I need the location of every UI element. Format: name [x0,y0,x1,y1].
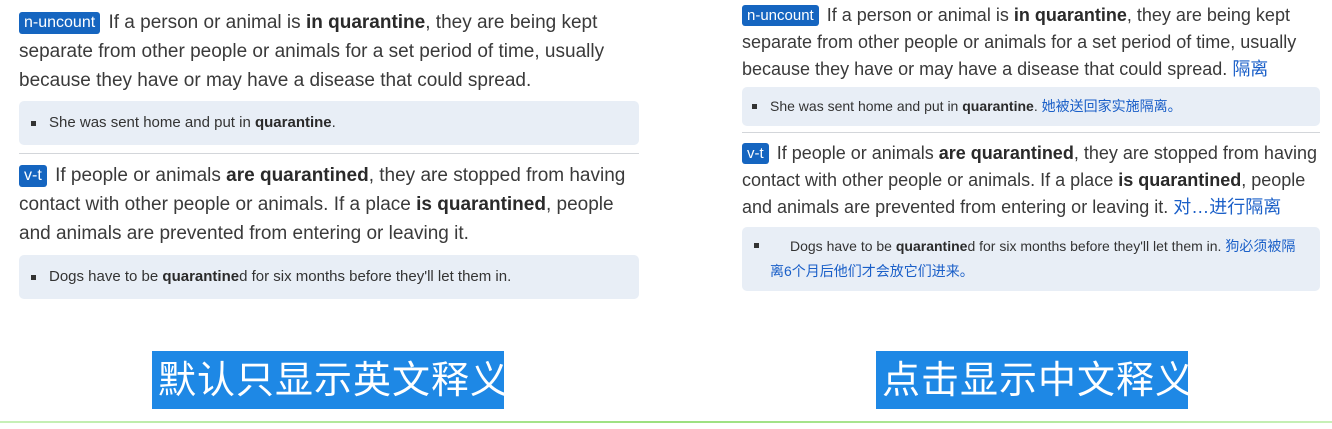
example-sentence: Dogs have to be quarantined for six mont… [742,227,1320,291]
headword-bold: in quarantine [305,12,426,33]
definition-text: If a person or animal is [108,12,306,33]
sense-2: v-t If people or animals are quarantined… [19,165,626,244]
chinese-translation[interactable]: 隔离 [1232,59,1268,79]
chinese-translation[interactable]: 她被送回家实施隔离。 [1042,98,1182,114]
sense-2: v-t If people or animals are quarantined… [742,143,1317,217]
sense-1: n-uncount If a person or animal is in qu… [742,5,1297,79]
bottom-divider [0,421,1332,423]
bullet-icon [754,243,759,248]
chinese-translation[interactable]: 对…进行隔离 [1173,197,1281,217]
pos-tag: n-uncount [742,5,819,26]
bullet-icon [752,104,757,109]
example-sentence: She was sent home and put in quarantine. [19,101,639,145]
english-only-panel: n-uncount If a person or animal is in qu… [19,0,639,299]
bullet-icon [31,121,36,126]
pos-tag: v-t [19,165,47,187]
with-chinese-panel: n-uncount If a person or animal is in qu… [742,0,1320,291]
pos-tag: v-t [742,143,769,164]
bullet-icon [31,275,36,280]
divider [19,153,639,154]
pos-tag: n-uncount [19,12,101,34]
example-sentence: Dogs have to be quarantined for six mont… [19,255,639,299]
divider [742,132,1320,133]
caption-show-chinese: 点击显示中文释义 [876,351,1193,409]
caption-english-only: 默认只显示英文释义 [152,351,508,409]
example-sentence: She was sent home and put in quarantine.… [742,87,1320,126]
sense-1: n-uncount If a person or animal is in qu… [19,8,639,95]
